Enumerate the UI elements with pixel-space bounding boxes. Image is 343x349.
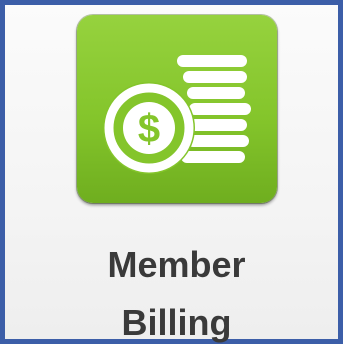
tile-frame: $ Member Billing	[0, 0, 343, 344]
coins-dollar-icon: $	[103, 55, 251, 174]
svg-text:$: $	[138, 107, 160, 151]
tile-label-billing: Billing	[121, 302, 232, 343]
member-billing-tile[interactable]: $ Member Billing	[5, 5, 343, 349]
app-icon-tile[interactable]: $	[77, 15, 277, 203]
tile-label-member: Member	[107, 244, 246, 285]
